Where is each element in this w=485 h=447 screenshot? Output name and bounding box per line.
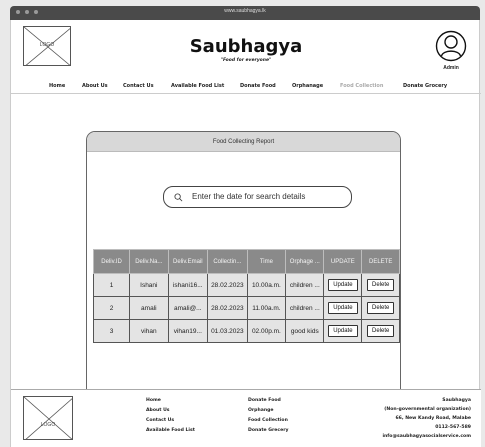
- org-email[interactable]: info@saubhagyasocialservice.com: [382, 432, 471, 441]
- footer-org-info: Saubhagya (Non-governmental organization…: [382, 396, 471, 441]
- date-search-input[interactable]: Enter the date for search details: [163, 186, 352, 208]
- cell-email: amali@...: [167, 296, 209, 320]
- site-tagline: "Food for everyone": [220, 58, 272, 63]
- nav-contact-us[interactable]: Contact Us: [123, 83, 154, 89]
- cell-time: 02.00p.m.: [246, 319, 287, 343]
- cell-name: amali: [129, 296, 169, 320]
- cell-id: 2: [92, 296, 131, 320]
- cell-date: 28.02.2023: [207, 296, 248, 320]
- site-title: Saubhagya: [189, 36, 303, 57]
- footer: LOGO Home About Us Contact Us Available …: [11, 389, 481, 447]
- org-address: 66, New Kandy Road, Malabe: [395, 416, 471, 421]
- col-delete: DELETE: [361, 249, 400, 274]
- nav-available-food-list[interactable]: Available Food List: [171, 83, 224, 89]
- cell-id: 1: [92, 273, 131, 297]
- cell-orphanage: good kids: [285, 319, 325, 343]
- cell-delete: Delete: [361, 296, 400, 320]
- cell-time: 10.00a.m.: [246, 273, 287, 297]
- update-button[interactable]: Update: [328, 302, 358, 314]
- footer-links-secondary: Donate Food Orphange Food Collection Don…: [248, 396, 289, 436]
- col-deliv-id: Deliv.ID: [92, 249, 131, 274]
- cell-update: Update: [323, 319, 363, 343]
- table-row: 2 amali amali@... 28.02.2023 11.00a.m. c…: [92, 296, 400, 320]
- cell-orphanage: children ...: [285, 296, 325, 320]
- delete-button[interactable]: Delete: [367, 302, 395, 314]
- col-deliv-name: Deliv.Na...: [129, 249, 169, 274]
- org-phone: 0112-567-589: [435, 425, 471, 430]
- footer-link-contact-us[interactable]: Contact Us: [146, 416, 195, 426]
- table-row: 3 vihan vihan19... 01.03.2023 02.00p.m. …: [92, 319, 400, 343]
- col-time: Time: [246, 249, 287, 274]
- org-type: (Non-governmental organization): [384, 407, 471, 412]
- nav-donate-grocery[interactable]: Donate Grocery: [403, 83, 447, 89]
- header-logo[interactable]: LOGO: [23, 26, 71, 66]
- main-nav: Home About Us Contact Us Available Food …: [11, 80, 481, 94]
- logo-text: LOGO: [39, 42, 55, 48]
- cell-email: vihan19...: [167, 319, 209, 343]
- footer-link-available-food-list[interactable]: Available Food List: [146, 426, 195, 436]
- footer-logo[interactable]: LOGO: [23, 396, 73, 440]
- nav-home[interactable]: Home: [49, 83, 65, 89]
- col-deliv-email: Deliv.Email: [167, 249, 209, 274]
- col-collecting-date: Collectin...: [207, 249, 248, 274]
- nav-food-collection[interactable]: Food Collection: [340, 83, 383, 89]
- brand: Saubhagya "Food for everyone": [181, 36, 311, 63]
- nav-orphanage[interactable]: Orphanage: [292, 83, 323, 89]
- address-bar[interactable]: www.saubhagya.lk: [10, 8, 480, 14]
- report-table: Deliv.ID Deliv.Na... Deliv.Email Collect…: [92, 249, 400, 343]
- delete-button[interactable]: Delete: [367, 279, 395, 291]
- cell-date: 01.03.2023: [207, 319, 248, 343]
- cell-time: 11.00a.m.: [246, 296, 287, 320]
- cell-name: Ishani: [129, 273, 169, 297]
- delete-button[interactable]: Delete: [367, 325, 395, 337]
- cell-name: vihan: [129, 319, 169, 343]
- cell-email: ishani16...: [167, 273, 209, 297]
- table-header-row: Deliv.ID Deliv.Na... Deliv.Email Collect…: [92, 249, 400, 274]
- cell-date: 28.02.2023: [207, 273, 248, 297]
- org-name: Saubhagya: [442, 398, 471, 403]
- footer-link-food-collection[interactable]: Food Collection: [248, 416, 289, 426]
- footer-links-primary: Home About Us Contact Us Available Food …: [146, 396, 195, 436]
- update-button[interactable]: Update: [328, 325, 358, 337]
- search-icon: [174, 193, 183, 202]
- cell-update: Update: [323, 273, 363, 297]
- browser-titlebar: www.saubhagya.lk: [10, 6, 480, 20]
- footer-link-about-us[interactable]: About Us: [146, 406, 195, 416]
- food-collecting-report-card: Food Collecting Report Enter the date fo…: [86, 131, 401, 408]
- cell-orphanage: children ...: [285, 273, 325, 297]
- logo-text: LOGO: [40, 422, 56, 428]
- footer-link-donate-grocery[interactable]: Donate Grecery: [248, 426, 289, 436]
- table-row: 1 Ishani ishani16... 28.02.2023 10.00a.m…: [92, 273, 400, 297]
- logo-placeholder-icon: [24, 397, 72, 439]
- cell-delete: Delete: [361, 319, 400, 343]
- update-button[interactable]: Update: [328, 279, 358, 291]
- col-update: UPDATE: [323, 249, 363, 274]
- footer-link-home[interactable]: Home: [146, 396, 195, 406]
- nav-donate-food[interactable]: Donate Food: [240, 83, 276, 89]
- cell-id: 3: [92, 319, 131, 343]
- search-placeholder: Enter the date for search details: [192, 192, 306, 201]
- footer-link-orphanage[interactable]: Orphange: [248, 406, 289, 416]
- admin-label: Admin: [443, 65, 459, 71]
- cell-update: Update: [323, 296, 363, 320]
- report-title: Food Collecting Report: [87, 132, 400, 152]
- user-avatar-icon[interactable]: [435, 30, 467, 62]
- nav-about-us[interactable]: About Us: [82, 83, 108, 89]
- cell-delete: Delete: [361, 273, 400, 297]
- col-orphanage: Orphage ...: [285, 249, 325, 274]
- admin-profile[interactable]: Admin: [433, 30, 469, 71]
- page: LOGO Saubhagya "Food for everyone" Admin…: [10, 20, 481, 447]
- footer-link-donate-food[interactable]: Donate Food: [248, 396, 289, 406]
